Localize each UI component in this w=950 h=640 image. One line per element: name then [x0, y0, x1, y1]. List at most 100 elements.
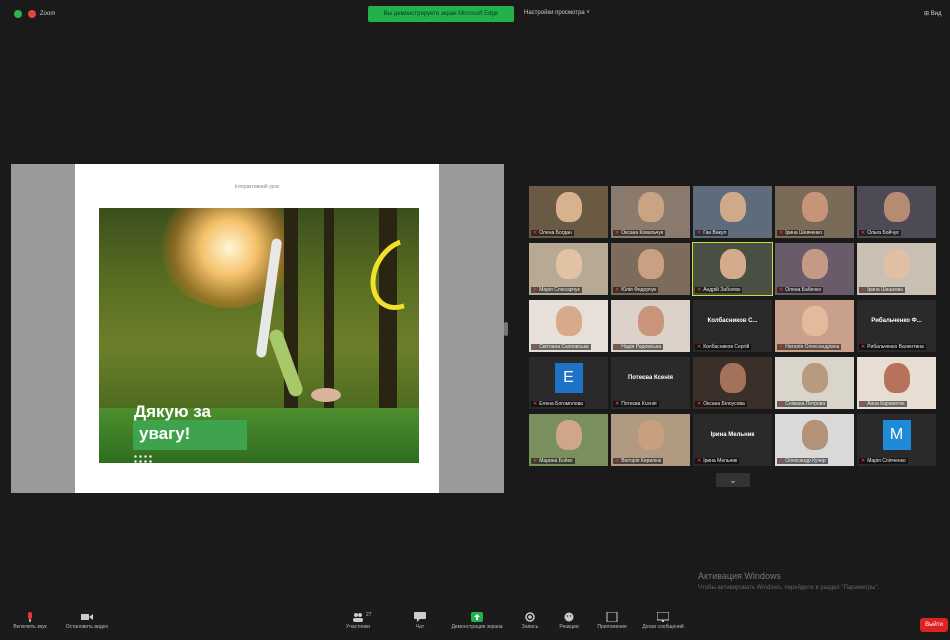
participant-name-label: ✕ Світлана Сахновська: [531, 344, 591, 350]
participant-face: [883, 192, 910, 222]
participant-face: [555, 420, 582, 450]
muted-mic-icon: ✕: [861, 458, 866, 464]
record-label: Запись: [521, 624, 539, 630]
participant-avatar-letter: M: [882, 420, 911, 450]
muted-mic-icon: ✕: [779, 401, 784, 407]
participant-tile[interactable]: E ✕ Елена Богомолова: [529, 357, 608, 409]
participant-name-label: ✕ Потеєва Ксенія: [613, 401, 659, 407]
participant-tile[interactable]: ✕ Марія Слюсарчук: [529, 243, 608, 295]
microphone-icon: [28, 612, 32, 622]
record-button[interactable]: Запись: [516, 612, 544, 630]
dot-pattern: [133, 454, 153, 463]
participant-tile[interactable]: ✕ Ольга Бойчук: [857, 186, 936, 238]
muted-mic-icon: ✕: [697, 287, 702, 293]
security-shield-icon[interactable]: [14, 10, 22, 18]
participant-name-label: ✕ Олена Богдан: [531, 230, 574, 236]
participant-face: [883, 249, 910, 279]
participant-tile[interactable]: Потеєва Ксенія ✕ Потеєва Ксенія: [611, 357, 690, 409]
participant-tile[interactable]: ✕ Оксана Ковальчук: [611, 186, 690, 238]
participant-name-label: ✕ Елена Богомолова: [531, 401, 585, 407]
participant-face: [801, 249, 828, 279]
participant-name-label: ✕ Ірина Шевченко: [777, 230, 825, 236]
participant-tile[interactable]: M ✕ Марія Сліпченко: [857, 414, 936, 466]
participants-button[interactable]: Участники 27: [338, 612, 378, 630]
participant-name-label: ✕ Марія Слюсарчук: [531, 287, 582, 293]
participant-tile[interactable]: ✕ Ган Вакул: [693, 186, 772, 238]
participant-tile[interactable]: ✕ Сніжана Петрова: [775, 357, 854, 409]
muted-mic-icon: ✕: [615, 401, 620, 407]
muted-mic-icon: ✕: [861, 287, 866, 293]
muted-mic-icon: ✕: [697, 230, 702, 236]
meeting-topbar: Zoom Вы демонстрируете экран Microsoft E…: [0, 0, 950, 28]
windows-activation-text: Чтобы активировать Windows, перейдите в …: [698, 585, 880, 591]
participant-tile[interactable]: ✕ Олена Богдан: [529, 186, 608, 238]
yoga-figure: [311, 388, 341, 402]
video-button[interactable]: Остановить видео: [60, 612, 114, 630]
participant-face: [637, 192, 664, 222]
participants-icon: [353, 613, 363, 622]
participant-name-label: ✕ Юлія Федорчук: [613, 287, 659, 293]
participant-name-label: ✕ Ольга Бойчук: [859, 230, 901, 236]
participant-tile[interactable]: ✕ Олена Бабенко: [775, 243, 854, 295]
participant-face: [883, 363, 910, 393]
participant-name: Рибальченко Валентина: [867, 344, 924, 350]
windows-activation-title: Активация Windows: [698, 571, 781, 581]
apps-button[interactable]: Приложения: [592, 612, 632, 630]
participant-face: [719, 249, 746, 279]
chat-button[interactable]: Чат: [408, 612, 432, 630]
participant-name: Олена Бабенко: [785, 287, 822, 293]
whiteboard-label: Доски сообщений: [642, 624, 684, 630]
participant-name-label: ✕ Вікторія Кирилюк: [613, 458, 664, 464]
participant-tile[interactable]: ✕ Ірина Шишкова: [857, 243, 936, 295]
split-drag-handle[interactable]: [504, 322, 508, 336]
participant-name-label: ✕ Наталія Олександрівна: [777, 344, 842, 350]
participant-tile[interactable]: ✕ Олександр Кучер: [775, 414, 854, 466]
participant-tile[interactable]: ✕ Оксана Білоусова: [693, 357, 772, 409]
reactions-label: Реакции: [559, 624, 579, 630]
reactions-button[interactable]: Реакции: [554, 612, 584, 630]
participant-face: [719, 363, 746, 393]
app-label: Zoom: [40, 11, 56, 17]
participant-name: Надія Радомська: [621, 344, 661, 350]
muted-mic-icon: ✕: [533, 230, 538, 236]
participant-tile[interactable]: ✕ Анна Карапетян: [857, 357, 936, 409]
muted-mic-icon: ✕: [779, 230, 784, 236]
whiteboard-icon: [657, 612, 669, 622]
participant-face: [637, 249, 664, 279]
participant-name: Анна Карапетян: [867, 401, 905, 407]
participant-name-label: ✕ Ган Вакул: [695, 230, 729, 236]
view-toggle-button[interactable]: ⊞ Вид: [924, 10, 942, 17]
whiteboard-button[interactable]: Доски сообщений: [636, 612, 690, 630]
participant-name: Потеєва Ксенія: [621, 401, 657, 407]
apps-label: Приложения: [597, 624, 627, 630]
participant-tile[interactable]: ✕ Ірина Шевченко: [775, 186, 854, 238]
participant-face: [555, 192, 582, 222]
reactions-icon: [564, 612, 574, 622]
view-options-button[interactable]: Настройки просмотра ˅: [524, 10, 590, 16]
thanks-line-1: Дякую за: [134, 402, 211, 421]
participant-tile[interactable]: ✕ Андрій Заболюк: [692, 242, 773, 296]
participant-tile[interactable]: ✕ Світлана Сахновська: [529, 300, 608, 352]
thanks-line-2: увагу!: [139, 424, 191, 443]
leave-button[interactable]: Выйти: [920, 618, 948, 632]
participant-tile[interactable]: Колбасников С... ✕ Колбасников Сергій: [693, 300, 772, 352]
camera-icon: [81, 614, 93, 620]
next-page-chevron-icon[interactable]: ⌄: [716, 473, 750, 487]
apps-icon: [606, 612, 618, 622]
participant-tile[interactable]: ✕ Марина Бойко: [529, 414, 608, 466]
participant-name: Ірина Шевченко: [785, 230, 823, 236]
participant-tile[interactable]: ✕ Надія Радомська: [611, 300, 690, 352]
presentation-slide: Інтерактивний урок Дякую за увагу!: [75, 164, 447, 493]
participant-tile[interactable]: ✕ Наталія Олександрівна: [775, 300, 854, 352]
mute-button[interactable]: Включить звук: [8, 612, 52, 630]
share-screen-button[interactable]: Демонстрация экрана: [446, 612, 508, 630]
participant-tile[interactable]: Ірина Мельник ✕ Ірина Мельник: [693, 414, 772, 466]
participant-tile[interactable]: Рибальченко Ф... ✕ Рибальченко Валентина: [857, 300, 936, 352]
participant-tile[interactable]: ✕ Юлія Федорчук: [611, 243, 690, 295]
chat-label: Чат: [415, 624, 425, 630]
participant-name-label: ✕ Оксана Білоусова: [695, 401, 747, 407]
participant-name-label: ✕ Олександр Кучер: [777, 458, 828, 464]
participant-name-label: ✕ Сніжана Петрова: [777, 401, 828, 407]
sharing-banner[interactable]: Вы демонстрируете экран Microsoft Edge: [368, 6, 514, 22]
participant-tile[interactable]: ✕ Вікторія Кирилюк: [611, 414, 690, 466]
